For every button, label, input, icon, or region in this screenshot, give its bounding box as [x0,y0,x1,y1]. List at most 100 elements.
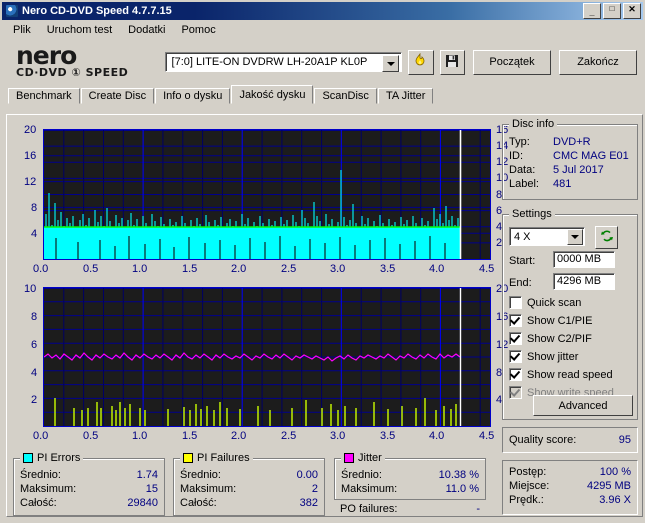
save-button[interactable] [439,49,465,75]
pi-failures-srednio-value: 0.00 [296,469,318,481]
disc-info-row-id: ID: CMC MAG E01 [503,149,637,163]
checkbox-quick-scan[interactable]: Quick scan [509,295,614,310]
window-controls: _ □ ✕ [583,3,641,19]
logo-line-1: nero [16,41,77,70]
disc-info-group: Disc info Typ: DVD+R ID: CMC MAG E01 Dat… [502,118,638,200]
jit-chart-ylabel-2: 2 [31,394,38,406]
checkbox-show-c2-pif[interactable]: Show C2/PIF [509,331,614,346]
pi-failures-maksimum-value: 2 [311,483,318,495]
tab-ta-jitter[interactable]: TA Jitter [377,88,434,104]
disc-id-label: ID: [509,150,524,162]
pi-errors-group: PI Errors Średnio: 1.74 Maksimum: 15 Cał… [13,452,165,516]
quality-score-value: 95 [618,434,631,446]
jit-chart-xlabel-0: 0.0 [33,430,49,442]
window-title: Nero CD-DVD Speed 4.7.7.15 [22,5,172,17]
pi-errors-caption: PI Errors [37,452,81,464]
jit-chart-xlabel-2: 1.0 [132,430,148,442]
jitter-row-maksimum: Maksimum: 11.0 % [335,482,485,496]
pi-chart-ylabel-12: 12 [24,176,37,188]
predkosc-value: 3.96 X [599,494,631,506]
speed-chevron-down-icon[interactable] [567,229,583,245]
pi-failures-group: PI Failures Średnio: 0.00 Maksimum: 2 Ca… [173,452,325,516]
checkbox-show-read-speed[interactable]: Show read speed [509,367,614,382]
close-button[interactable]: ✕ [623,3,641,19]
disc-data-value: 5 Jul 2017 [553,164,604,176]
jit-chart-xlabel-6: 3.0 [330,430,346,442]
tab-scandisc[interactable]: ScanDisc [314,88,377,104]
show-c1-pie-checkbox[interactable] [509,314,522,327]
menu-item-dodatki[interactable]: Dodatki [121,22,172,38]
show-write-speed-checkbox [509,386,522,399]
advanced-button[interactable]: Advanced [533,395,633,416]
jitter-group: Jitter Średnio: 10.38 % Maksimum: 11.0 % [334,452,486,500]
pi-chart-xlabel-0: 0.0 [33,263,49,275]
pi-failures-row-maksimum: Maksimum: 2 [174,482,324,496]
pi-failures-calosc-value: 382 [299,497,318,509]
pi-errors-caption-wrap: PI Errors [20,452,84,464]
tab-jakosc-dysku[interactable]: Jakość dysku [231,85,314,104]
quick-scan-label: Quick scan [527,296,582,309]
disc-id-value: CMC MAG E01 [553,150,629,162]
jitter-caption-wrap: Jitter [341,452,385,464]
start-input[interactable]: 0000 MB [553,251,615,268]
jit-chart-xlabel-3: 1.5 [182,430,198,442]
quick-scan-checkbox[interactable] [509,296,522,309]
exit-button[interactable]: Zakończ [558,49,637,75]
maximize-button[interactable]: □ [603,3,621,19]
jitter-pif-plot [43,288,490,426]
menu-bar: Plik Uruchom test Dodatki Pomoc [2,20,643,40]
show-read-speed-checkbox[interactable] [509,368,522,381]
pi-errors-row-srednio: Średnio: 1.74 [14,468,164,482]
pi-chart-xlabel-5: 2.5 [281,263,297,275]
disc-typ-value: DVD+R [553,136,591,148]
menu-item-pomoc[interactable]: Pomoc [174,22,222,38]
postep-label: Postęp: [509,466,547,478]
floppy-save-icon [445,54,459,71]
burn-button[interactable] [408,49,434,75]
checkbox-show-jitter[interactable]: Show jitter [509,349,614,364]
tab-info-o-dysku[interactable]: Info o dysku [155,88,231,104]
pi-chart-ylabel-16: 16 [24,150,37,162]
pi-failures-caption: PI Failures [197,452,250,464]
refresh-button[interactable] [595,226,618,249]
start-button[interactable]: Początek [472,49,551,75]
speed-select[interactable]: 4 X [509,227,585,246]
minimize-button[interactable]: _ [583,3,601,19]
pi-failures-maksimum-label: Maksimum: [180,483,237,495]
end-input[interactable]: 4296 MB [553,273,615,290]
show-jitter-checkbox[interactable] [509,350,522,363]
pi-failures-caption-wrap: PI Failures [180,452,253,464]
show-c1-pie-label: Show C1/PIE [527,314,593,327]
predkosc-label: Prędk.: [509,494,544,506]
pi-chart-xlabel-4: 2.0 [231,263,247,275]
tab-create-disc[interactable]: Create Disc [80,88,155,104]
menu-item-plik[interactable]: Plik [6,22,38,38]
drive-select[interactable]: [7:0] LITE-ON DVDRW LH-20A1P KL0P [164,52,403,72]
checkbox-show-c1-pie[interactable]: Show C1/PIE [509,313,614,328]
jitter-pif-chart [43,287,491,427]
jitter-srednio-label: Średnio: [341,469,382,481]
menu-item-uruchom-test[interactable]: Uruchom test [40,22,119,38]
disc-info-row-typ: Typ: DVD+R [503,135,637,149]
disc-info-row-data: Data: 5 Jul 2017 [503,163,637,177]
pi-failures-calosc-label: Całość: [180,497,217,509]
progress-row-postep: Postęp: 100 % [503,465,637,479]
tab-benchmark[interactable]: Benchmark [8,88,80,104]
show-c2-pif-checkbox[interactable] [509,332,522,345]
miejsce-label: Miejsce: [509,480,550,492]
pi-chart-xlabel-7: 3.5 [380,263,396,275]
jit-chart-xlabel-8: 4.0 [429,430,445,442]
pi-errors-srednio-label: Średnio: [20,469,61,481]
jit-chart-ylabel-10: 10 [24,283,37,295]
pi-chart-ylabel-4: 4 [31,228,38,240]
settings-group: Settings 4 X Start: 0000 MB End: 4296 MB… [502,208,638,420]
jit-chart-ylabel-8: 8 [31,311,38,323]
pi-chart-xlabel-6: 3.0 [330,263,346,275]
disc-data-label: Data: [509,164,536,176]
chevron-down-icon[interactable] [382,55,400,72]
progress-panel: Postęp: 100 % Miejsce: 4295 MB Prędk.: 3… [502,460,638,515]
pi-errors-chart [43,129,491,260]
progress-row-miejsce: Miejsce: 4295 MB [503,479,637,493]
miejsce-value: 4295 MB [586,480,631,492]
disc-info-caption: Disc info [509,118,558,130]
